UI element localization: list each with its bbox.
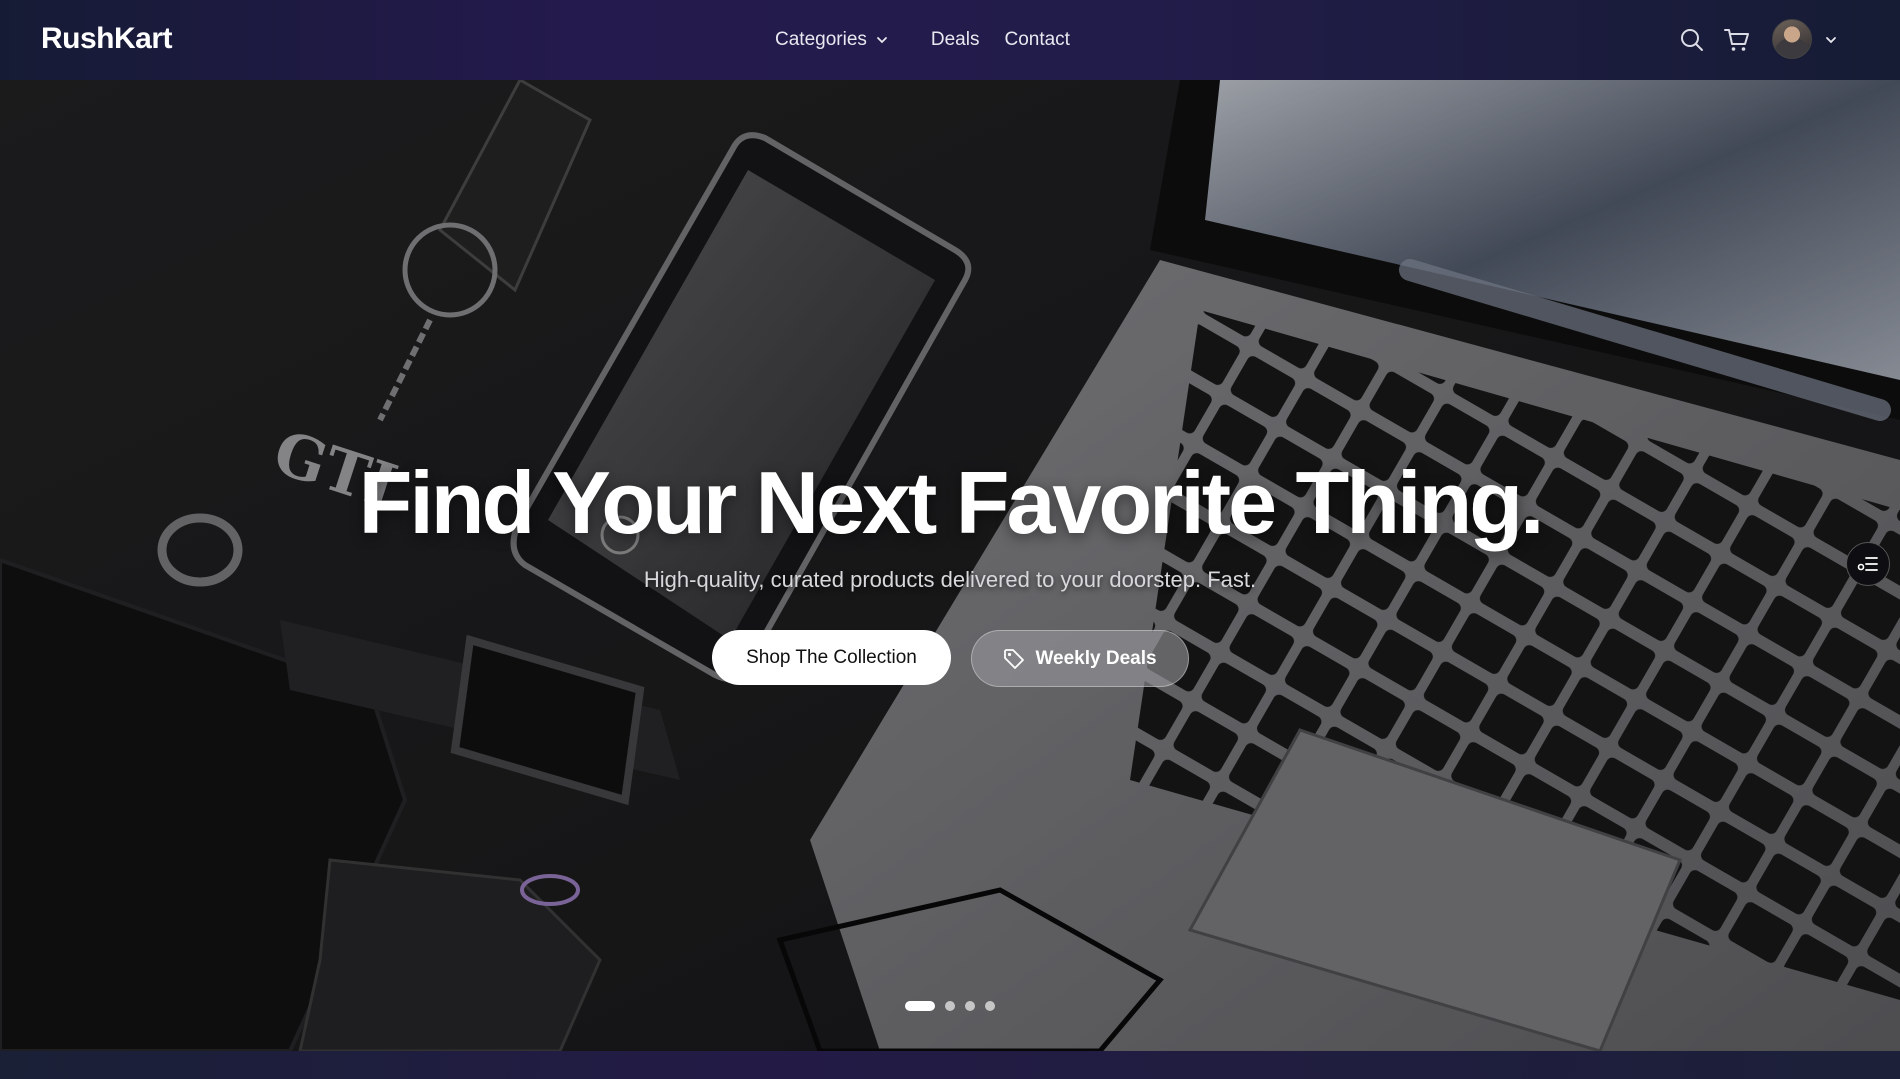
weekly-deals-label: Weekly Deals [1035,647,1157,669]
nav-deals[interactable]: Deals [931,29,980,51]
carousel-indicators [905,1001,995,1011]
nav-categories-label: Categories [775,29,867,50]
chevron-down-icon[interactable] [1824,33,1838,47]
hero-subtitle: High-quality, curated products delivered… [643,567,1257,592]
chevron-down-icon [876,37,887,44]
carousel-dot-2[interactable] [945,1001,955,1011]
shop-collection-label: Shop The Collection [746,646,917,668]
carousel-dot-1[interactable] [905,1001,935,1011]
carousel-dot-4[interactable] [985,1001,995,1011]
weekly-deals-button[interactable]: Weekly Deals [971,630,1189,687]
page-section-edge [0,1051,1900,1079]
avatar[interactable] [1772,19,1812,59]
hero-title: Find Your Next Favorite Thing. [358,453,1545,552]
tag-icon [1004,648,1025,669]
nav-contact[interactable]: Contact [1004,29,1069,51]
cart-icon[interactable] [1724,28,1750,52]
hero-banner: GTI Find Your Next Favorite Thing. High-… [0,80,1900,1051]
hero-overlay [0,80,1900,1051]
filter-list-icon [1857,557,1878,571]
main-nav: Categories Deals Contact [775,29,1070,51]
brand-logo[interactable]: RushKart [41,22,173,56]
search-icon[interactable] [1680,28,1704,52]
nav-categories[interactable]: Categories [775,29,889,51]
filter-list-button[interactable] [1846,542,1890,586]
shop-collection-button[interactable]: Shop The Collection [712,630,951,685]
carousel-dot-3[interactable] [965,1001,975,1011]
top-navbar: RushKart Categories Deals Contact [0,0,1900,80]
